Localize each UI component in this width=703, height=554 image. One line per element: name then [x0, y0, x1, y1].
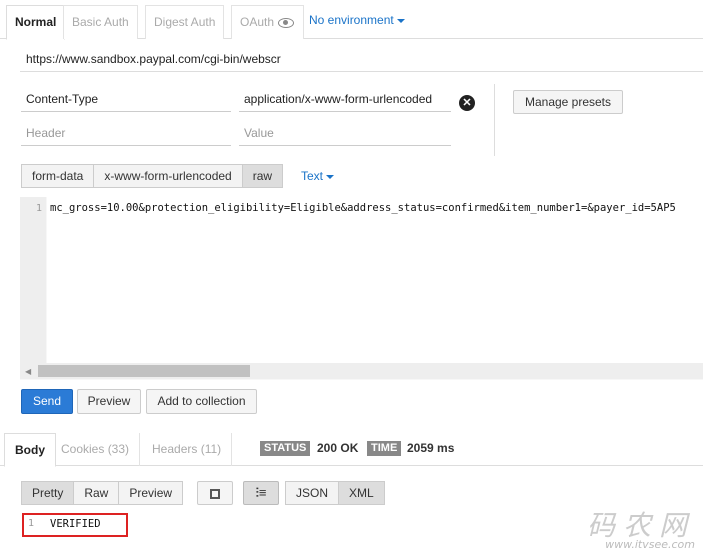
tab-headers[interactable]: Headers (11)	[142, 433, 233, 466]
header-key-placeholder[interactable]: Header	[21, 120, 231, 146]
header-key-field[interactable]: Content-Type	[21, 86, 231, 112]
wrap-icon: ⫶≡	[255, 485, 267, 500]
raw-type-select[interactable]: Text	[301, 169, 335, 183]
editor-gutter: 1	[20, 197, 46, 363]
tab-basic-auth[interactable]: Basic Auth	[63, 5, 138, 39]
view-raw[interactable]: Raw	[73, 481, 120, 505]
tab-body[interactable]: Body	[4, 433, 56, 467]
divider	[494, 84, 495, 156]
watermark-url: www.itvsee.com	[605, 538, 695, 551]
chevron-down-icon	[396, 18, 405, 23]
line-number: 1	[35, 203, 42, 214]
view-mode-group: Pretty Raw Preview	[21, 481, 184, 505]
send-button[interactable]: Send	[21, 389, 73, 414]
tab-normal[interactable]: Normal	[6, 5, 66, 40]
status-value: 200 OK	[317, 441, 359, 455]
tab-digest-auth[interactable]: Digest Auth	[145, 5, 225, 39]
view-pretty[interactable]: Pretty	[21, 481, 75, 505]
wrap-button[interactable]: ⫶≡	[243, 481, 279, 505]
scrollbar-thumb[interactable]	[38, 365, 250, 377]
editor-content[interactable]: mc_gross=10.00&protection_eligibility=El…	[50, 202, 703, 222]
status-badge: STATUS	[260, 441, 311, 456]
environment-select[interactable]: No environment	[309, 13, 405, 27]
header-value-field[interactable]: application/x-www-form-urlencoded	[239, 86, 451, 112]
format-json[interactable]: JSON	[285, 481, 340, 505]
tab-cookies[interactable]: Cookies (33)	[51, 433, 141, 466]
url-input[interactable]: https://www.sandbox.paypal.com/cgi-bin/w…	[20, 48, 703, 72]
preview-button[interactable]: Preview	[77, 389, 141, 414]
chevron-down-icon	[326, 174, 335, 179]
tab-oauth[interactable]: OAuth	[231, 5, 304, 39]
eye-icon	[278, 17, 295, 28]
mode-urlencoded[interactable]: x-www-form-urlencoded	[93, 164, 243, 188]
copy-icon	[210, 488, 220, 499]
tab-oauth-label: OAuth	[240, 15, 275, 29]
response-line-number: 1	[28, 518, 35, 529]
mode-raw[interactable]: raw	[241, 164, 284, 188]
header-value-placeholder[interactable]: Value	[239, 120, 451, 146]
format-group: JSON XML	[285, 481, 385, 505]
manage-presets-button[interactable]: Manage presets	[513, 90, 623, 114]
format-xml[interactable]: XML	[338, 481, 385, 505]
environment-label: No environment	[309, 13, 394, 27]
response-content[interactable]: VERIFIED	[50, 518, 101, 530]
body-mode-group: form-data x-www-form-urlencoded raw	[21, 164, 284, 188]
time-badge: TIME	[367, 441, 402, 456]
view-preview[interactable]: Preview	[118, 481, 184, 505]
raw-type-label: Text	[301, 169, 324, 183]
scroll-left-icon[interactable]: ◀	[25, 367, 31, 376]
add-to-collection-button[interactable]: Add to collection	[146, 389, 257, 414]
copy-button[interactable]	[197, 481, 233, 505]
mode-form-data[interactable]: form-data	[21, 164, 95, 188]
time-value: 2059 ms	[407, 441, 455, 455]
remove-header-icon[interactable]: ✕	[459, 95, 475, 111]
